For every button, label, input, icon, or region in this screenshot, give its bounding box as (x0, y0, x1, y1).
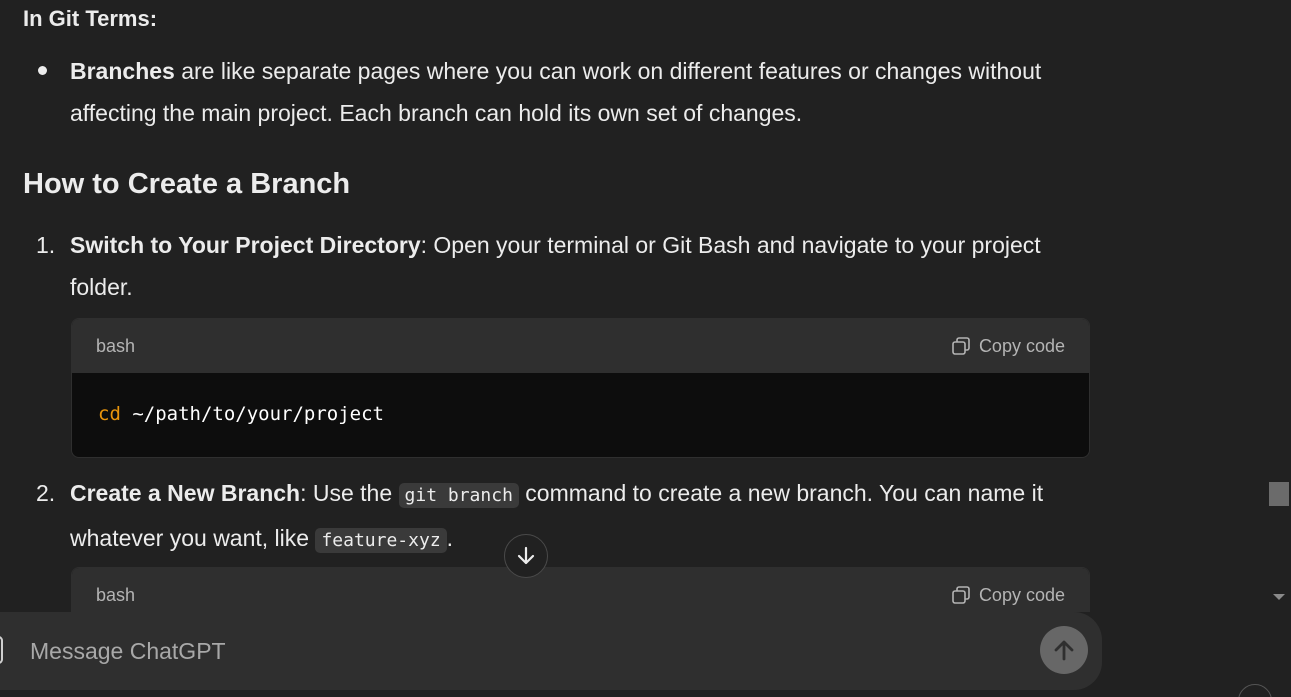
code-block-1: bash Copy code cd ~/path/to/your/project (71, 318, 1090, 458)
step-2-bold: Create a New Branch (70, 480, 301, 506)
send-button[interactable] (1040, 626, 1088, 674)
step-1: Switch to Your Project Directory: Open y… (70, 224, 1080, 308)
arrow-up-icon (1054, 640, 1074, 661)
inline-code-git-branch: git branch (398, 483, 519, 508)
code-block-header: bash Copy code (72, 568, 1089, 612)
code-block-2: bash Copy code (71, 567, 1090, 612)
step-number-1: 1. (36, 232, 56, 258)
help-button[interactable] (1238, 684, 1272, 697)
step-2-text-c: . (446, 525, 454, 551)
copy-code-button[interactable]: Copy code (951, 585, 1065, 606)
attach-icon[interactable] (0, 636, 3, 664)
step-1-bold: Switch to Your Project Directory (70, 232, 421, 258)
bullet-text: are like separate pages where you can wo… (70, 58, 1042, 126)
message-input[interactable] (30, 612, 1010, 690)
bullet-dot (38, 66, 47, 75)
code-rest: ~/path/to/your/project (120, 403, 384, 425)
code-language: bash (96, 335, 136, 356)
scrollbar-down-arrow[interactable] (1273, 594, 1285, 600)
inline-code-feature-xyz: feature-xyz (315, 528, 447, 553)
code-body: cd ~/path/to/your/project (72, 373, 1089, 455)
bullet-item: Branches are like separate pages where y… (70, 50, 1080, 134)
copy-icon (952, 586, 970, 604)
step-2: Create a New Branch: Use the git branch … (70, 472, 1080, 562)
git-terms-heading: In Git Terms: (23, 6, 158, 31)
copy-code-label: Copy code (978, 584, 1065, 605)
chat-page: In Git Terms: Branches are like separate… (0, 0, 1291, 697)
bullet-bold: Branches (70, 58, 175, 84)
code-keyword: cd (98, 403, 121, 425)
code-block-header: bash Copy code (72, 319, 1089, 373)
copy-icon (952, 337, 970, 355)
code-language: bash (96, 584, 136, 605)
arrow-down-icon (517, 546, 535, 565)
step-2-text-a: : Use the (300, 480, 399, 506)
message-content: In Git Terms: Branches are like separate… (0, 0, 1260, 612)
scroll-to-bottom-button[interactable] (504, 534, 548, 578)
create-branch-heading: How to Create a Branch (23, 168, 351, 200)
step-number-2: 2. (36, 480, 56, 506)
scrollbar-thumb[interactable] (1269, 482, 1289, 506)
copy-code-label: Copy code (978, 335, 1065, 356)
copy-code-button[interactable]: Copy code (951, 336, 1065, 357)
